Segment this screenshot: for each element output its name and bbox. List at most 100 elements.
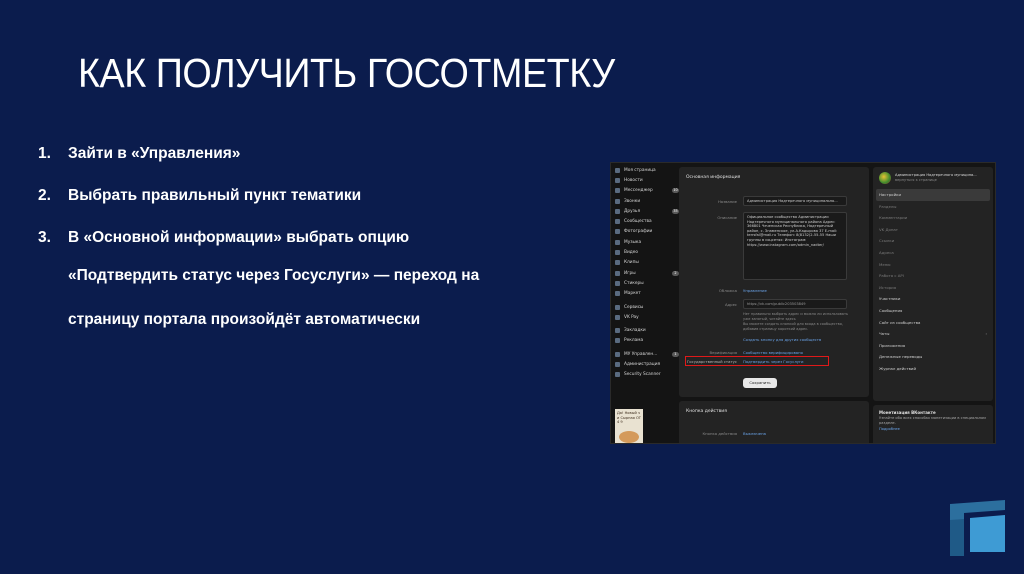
back-to-page-link[interactable]: вернуться к странице (895, 178, 977, 183)
address-note: Нет правильно выбрать адрес и можно ли и… (743, 312, 849, 321)
left-nav-item[interactable]: Видео (615, 247, 679, 257)
left-nav-label: Музыка (624, 239, 642, 245)
left-nav-item[interactable]: Клипы (615, 258, 679, 268)
slide-title: КАК ПОЛУЧИТЬ ГОСОТМЕТКУ (78, 50, 615, 96)
settings-menu-item[interactable]: Меню (873, 259, 993, 271)
settings-menu-item[interactable]: Сайт из сообщества (873, 317, 993, 329)
left-nav-label: Закладки (624, 328, 646, 334)
nav-badge: 1 (672, 351, 679, 357)
left-nav-label: Моя страница (624, 167, 656, 173)
market-icon (615, 291, 620, 297)
left-nav-label: VK Pay (624, 314, 639, 320)
step-2-text: Выбрать правильный пункт тематики (68, 187, 362, 204)
left-nav-item[interactable]: Закладки (615, 325, 679, 335)
left-nav-item[interactable]: Стикеры (615, 278, 679, 288)
step-3-line-3: страницу портала произойдёт автоматическ… (68, 311, 421, 328)
left-nav-item[interactable]: Security Scanner (615, 370, 679, 380)
left-nav-item[interactable]: Мессенджер 10 (615, 186, 679, 196)
step-2: 2. Выбрать правильный пункт тематики (38, 187, 362, 204)
settings-menu-item[interactable]: Работа с API (873, 270, 993, 282)
step-1: 1. Зайти в «Управления» (38, 145, 241, 162)
settings-menu-item[interactable]: Приложения (873, 340, 993, 352)
step-3-text: В «Основной информации» выбрать опцию (68, 229, 410, 246)
chat-icon (615, 188, 620, 194)
left-nav-label: Мессенджер (624, 188, 653, 194)
left-nav-label: Друзья (624, 208, 641, 214)
settings-menu-list: Настройки Разделы Комментарии VK Донат Ссылк… (873, 189, 993, 375)
left-nav-item[interactable]: МУ Управлен... 1 (615, 349, 679, 359)
settings-menu-item[interactable]: VK Донат (873, 224, 993, 236)
shield-icon (615, 372, 620, 378)
description-textarea[interactable]: Официальное сообщество Администрации Над… (743, 212, 847, 280)
monetization-text: Узнайте обо всех способах монетизации в … (879, 416, 986, 425)
phone-icon (615, 198, 620, 204)
action-button-value[interactable]: Выключена (743, 431, 766, 436)
games-icon (615, 270, 620, 276)
description-label: Описание (717, 215, 737, 220)
services-icon (615, 304, 620, 310)
left-nav-item[interactable]: Звонки (615, 196, 679, 206)
left-nav-item[interactable]: Сообщества (615, 216, 679, 226)
left-nav-label: Видео (624, 250, 638, 256)
community-header[interactable]: Администрация Надтеречного муниципа... в… (873, 167, 993, 189)
left-nav-item[interactable]: Администрация (615, 359, 679, 369)
settings-menu-item[interactable]: Адреса (873, 247, 993, 259)
settings-menu-item[interactable]: Комментарии (873, 212, 993, 224)
group-icon (615, 351, 620, 357)
settings-menu-item[interactable]: Разделы (873, 201, 993, 213)
groups-icon (615, 219, 620, 225)
settings-menu-panel: Администрация Надтеречного муниципа... в… (873, 167, 993, 401)
main-info-card: Основная информация Название Администрац… (679, 167, 869, 397)
settings-menu-item[interactable]: Денежные переводы (873, 351, 993, 363)
left-nav-label: Клипы (624, 260, 639, 266)
vk-settings-screenshot: Моя страница Новости Мессенджер 10 Звонки Дру… (610, 162, 996, 444)
action-button-card: Кнопка действия Кнопка действия Выключен… (679, 401, 869, 443)
chevron-right-icon: › (985, 331, 987, 337)
pizza-image (619, 431, 639, 443)
create-button-link[interactable]: Создать кнопку для других сообществ (743, 337, 821, 342)
settings-menu-item[interactable]: Журнал действий (873, 363, 993, 375)
admin-icon (615, 361, 620, 367)
left-nav-item[interactable]: Игры 2 (615, 268, 679, 278)
video-icon (615, 250, 620, 256)
settings-menu-item[interactable]: Настройки (876, 189, 990, 201)
address-label: Адрес (724, 302, 737, 307)
left-nav-item[interactable]: Сервисы (615, 302, 679, 312)
left-nav-item[interactable]: Музыка (615, 237, 679, 247)
left-nav-item[interactable]: Фотографии (615, 227, 679, 237)
left-nav-label: Фотографии (624, 229, 653, 235)
music-icon (615, 239, 620, 245)
step-1-text: Зайти в «Управления» (68, 145, 241, 162)
left-nav-item[interactable]: Новости (615, 175, 679, 185)
step-3: 3. В «Основной информации» выбрать опцию (38, 229, 410, 246)
settings-menu-item[interactable]: Участники (873, 293, 993, 305)
left-nav-item[interactable]: VK Pay (615, 312, 679, 322)
monetization-link[interactable]: Подробнее (879, 427, 987, 431)
settings-menu-item[interactable]: Чаты › (873, 328, 993, 340)
promo-banner: Да! Новый ч и Сырная ОТ 4 9 (615, 409, 643, 443)
step-3-line-2: «Подтвердить статус через Госуслуги» — п… (68, 267, 480, 284)
save-button[interactable]: Сохранить (743, 378, 777, 388)
left-nav-label: Игры (624, 270, 636, 276)
settings-menu-item[interactable]: История (873, 282, 993, 294)
action-button-label: Кнопка действия (702, 431, 737, 436)
left-nav-item[interactable]: Маркет (615, 289, 679, 299)
left-nav-label: Реклама (624, 338, 644, 344)
community-avatar (879, 172, 891, 184)
left-nav-item[interactable]: Друзья 35 (615, 206, 679, 216)
settings-menu-item[interactable]: Ссылки (873, 235, 993, 247)
main-info-heading: Основная информация (686, 175, 741, 180)
address-input[interactable]: https://vk.com/public203503849 (743, 299, 847, 309)
nav-badge: 10 (672, 188, 679, 194)
left-nav-label: Security Scanner (624, 372, 661, 378)
left-nav-item[interactable]: Моя страница (615, 165, 679, 175)
left-nav-label: Стикеры (624, 280, 644, 286)
name-input[interactable]: Администрация Надтеречного муниципально.… (743, 196, 847, 206)
gosuslugi-confirm-link[interactable]: Подтвердить через Госуслуги (743, 359, 804, 364)
user-icon (615, 167, 620, 173)
settings-menu-item[interactable]: Сообщения (873, 305, 993, 317)
cover-link[interactable]: Управление (743, 288, 767, 293)
left-nav-item[interactable]: Реклама (615, 336, 679, 346)
news-icon (615, 177, 620, 183)
pay-icon (615, 314, 620, 320)
